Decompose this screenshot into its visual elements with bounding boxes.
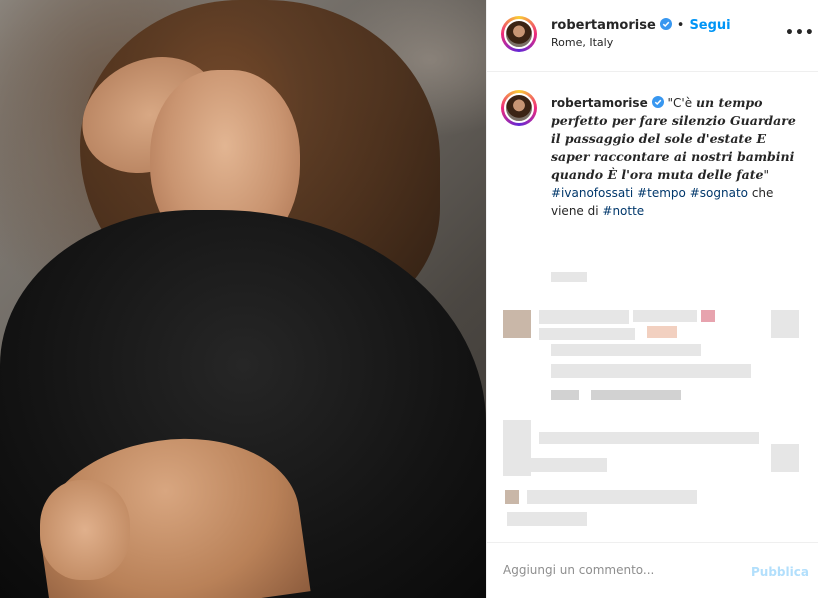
blurred-comment-text xyxy=(507,458,607,472)
publish-button[interactable]: Pubblica xyxy=(751,565,809,579)
blurred-comment-text xyxy=(633,310,697,322)
comment-input[interactable] xyxy=(503,563,733,577)
blurred-comment-text xyxy=(647,326,677,338)
separator-dot: • xyxy=(676,18,685,33)
instagram-post: robertamorise • Segui Rome, Italy ••• robe… xyxy=(0,0,818,598)
blurred-timestamp xyxy=(551,272,587,282)
blurred-comment-text xyxy=(527,490,697,504)
verified-badge-icon xyxy=(651,96,664,108)
verified-badge-icon xyxy=(659,18,672,30)
caption-open-quote: "C'è xyxy=(667,96,696,110)
hashtag-link[interactable]: #tempo xyxy=(637,186,686,200)
avatar-image xyxy=(504,93,534,123)
hashtag-link[interactable]: #sognato xyxy=(690,186,748,200)
caption-close-quote: " xyxy=(763,168,770,182)
header-avatar[interactable] xyxy=(501,16,537,52)
header-username[interactable]: robertamorise xyxy=(551,18,656,33)
location-link[interactable]: Rome, Italy xyxy=(551,36,613,49)
blurred-comment-text xyxy=(539,432,759,444)
blurred-like-icon[interactable] xyxy=(771,310,799,338)
photo-hand xyxy=(40,480,130,580)
header-username-row: robertamorise • Segui xyxy=(551,18,731,33)
hashtag-link[interactable]: #ivanofossati xyxy=(551,186,633,200)
post-header: robertamorise • Segui Rome, Italy ••• xyxy=(487,0,818,72)
hashtag-link[interactable]: #notte xyxy=(602,204,644,218)
blurred-comment-text xyxy=(507,512,587,526)
caption-username[interactable]: robertamorise xyxy=(551,96,648,110)
blurred-comment-text xyxy=(551,344,701,356)
avatar-image xyxy=(504,19,534,49)
post-side-panel: robertamorise • Segui Rome, Italy ••• robe… xyxy=(486,0,818,598)
blurred-comment-text xyxy=(539,328,635,340)
follow-button[interactable]: Segui xyxy=(689,18,730,33)
blurred-comment-avatar[interactable] xyxy=(503,310,531,338)
post-caption: robertamorise "C'è un tempo perfetto per… xyxy=(551,94,807,220)
more-options-icon[interactable]: ••• xyxy=(785,22,814,46)
blurred-comment-avatar[interactable] xyxy=(505,490,519,504)
blurred-comment-text xyxy=(701,310,715,322)
comments-area[interactable]: robertamorise "C'è un tempo perfetto per… xyxy=(487,72,818,542)
post-photo[interactable] xyxy=(0,0,486,598)
caption-avatar[interactable] xyxy=(501,90,537,126)
blurred-comment-text xyxy=(539,310,629,324)
blurred-comment-meta xyxy=(591,390,681,400)
blurred-like-icon[interactable] xyxy=(771,444,799,472)
blurred-comment-meta xyxy=(551,390,579,400)
blurred-comment-text xyxy=(551,364,751,378)
comment-footer: Pubblica xyxy=(487,542,818,598)
